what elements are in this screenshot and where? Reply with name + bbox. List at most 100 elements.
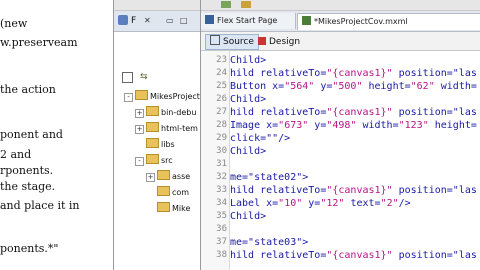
flex-page-icon: [205, 15, 214, 24]
tree-item-label: Mike: [172, 204, 191, 213]
code-tag: Child>: [230, 55, 267, 66]
attribute-value: "564": [284, 81, 315, 92]
code-tag: Button: [230, 81, 267, 92]
attribute-value: "{canvas1}": [326, 250, 393, 261]
code-tag: Child>: [230, 94, 267, 105]
attribute-name: height=: [362, 81, 411, 92]
attribute-value: "{canvas1}": [326, 68, 393, 79]
design-mode-button[interactable]: Design: [253, 34, 305, 50]
collapse-all-icon[interactable]: [122, 72, 133, 83]
expand-icon[interactable]: +: [135, 109, 144, 118]
document-text-line: the stage.: [0, 180, 56, 193]
code-tag: Image: [230, 120, 261, 131]
attribute-name: relativeTo=: [254, 68, 327, 79]
folder-icon: [146, 138, 159, 148]
tree-item[interactable]: - src: [135, 154, 173, 168]
mxml-file-icon: [302, 16, 311, 25]
tree-item[interactable]: + html-tem: [135, 122, 198, 136]
attribute-name: y=: [308, 120, 327, 131]
code-line: Button x="564" y="500" height="62" width…: [230, 80, 477, 93]
code-line: hild relativeTo="{canvas1}" position="la…: [230, 67, 477, 80]
document-text-line: ponents.*": [0, 242, 59, 255]
tab-flex-start-page[interactable]: Flex Start Page: [201, 13, 296, 29]
navigator-pane: F ✕ ▭ □ ⇆ - MikesProject + bin-debu + html-te…: [114, 0, 200, 270]
code-tag: hild: [230, 107, 255, 118]
folder-icon: [146, 122, 159, 132]
document-text-line: 2 and: [0, 148, 32, 161]
code-tag: hild: [230, 250, 255, 261]
attribute-name: />: [398, 198, 411, 209]
attribute-name: position="las: [392, 107, 477, 118]
tree-item[interactable]: + bin-debu: [135, 106, 196, 120]
attribute-name: position="las: [392, 250, 477, 261]
attribute-value: "673": [278, 120, 309, 131]
collapse-icon[interactable]: -: [135, 157, 144, 166]
attribute-name: x=: [260, 198, 279, 209]
tree-item[interactable]: - MikesProject: [124, 90, 200, 104]
document-text-line: (new: [0, 17, 28, 30]
collapse-icon[interactable]: -: [124, 93, 133, 102]
close-icon[interactable]: ✕: [144, 16, 151, 25]
code-tag: Child>: [230, 211, 267, 222]
attribute-name: relativeTo=: [254, 250, 327, 261]
folder-icon: [146, 106, 159, 116]
document-text-line: w.preserveam: [0, 36, 78, 49]
attribute-name: width=: [434, 81, 477, 92]
tree-item-label: bin-debu: [161, 108, 197, 117]
code-line: Child>: [230, 54, 266, 67]
source-label: Source: [223, 37, 254, 47]
attribute-name: text=: [344, 198, 381, 209]
tree-item-label: libs: [161, 140, 175, 149]
document-pane: (new w.preserveam the action ponent and 2 an…: [0, 0, 114, 270]
navigator-tab-bar[interactable]: F ✕ ▭ □: [114, 11, 200, 32]
code-line: click=""/>: [230, 132, 290, 145]
code-line: Child>: [230, 93, 266, 106]
tree-item-label: com: [172, 188, 190, 197]
tree-item-label: html-tem: [161, 124, 198, 133]
tree-item-label: asse: [172, 172, 191, 181]
tab-label: *MikesProjectCov.mxml: [314, 17, 408, 26]
attribute-name: y=: [302, 198, 321, 209]
attribute-value: "498": [326, 120, 357, 131]
tree-item[interactable]: libs: [135, 138, 175, 152]
run-icon[interactable]: [221, 1, 231, 8]
tree-item[interactable]: com: [146, 186, 189, 200]
code-line: Label x="10" y="12" text="2"/>: [230, 197, 411, 210]
minimize-icon[interactable]: ▭: [166, 16, 174, 25]
link-editor-icon[interactable]: ⇆: [140, 72, 148, 82]
code-line: Child>: [230, 210, 266, 223]
tree-item[interactable]: + asse: [146, 170, 190, 184]
attribute-name: width=: [356, 120, 399, 131]
code-line: hild relativeTo="{canvas1}" position="la…: [230, 184, 477, 197]
attribute-value: "{canvas1}": [326, 185, 393, 196]
folder-icon: [157, 186, 170, 196]
source-mode-button[interactable]: Source: [205, 34, 259, 50]
project-tree: - MikesProject + bin-debu + html-tem libs - src +…: [114, 90, 200, 270]
attribute-name: relativeTo=: [254, 107, 327, 118]
code-area[interactable]: Child> hild relativeTo="{canvas1}" positi…: [201, 51, 480, 270]
flex-navigator-icon: [118, 15, 128, 25]
source-icon: [210, 35, 220, 45]
tab-mikesprojectcov[interactable]: *MikesProjectCov.mxml: [297, 13, 480, 30]
expand-icon[interactable]: +: [135, 125, 144, 134]
maximize-icon[interactable]: □: [180, 16, 188, 25]
tree-item[interactable]: Mike: [146, 202, 190, 216]
attribute-value: "{canvas1}": [326, 107, 393, 118]
code-tag: hild: [230, 68, 255, 79]
attribute-value: "123": [398, 120, 429, 131]
design-icon: [258, 37, 266, 45]
attribute-name: y=: [314, 81, 333, 92]
attribute-name: position="las: [392, 185, 477, 196]
navigator-toolbar: [114, 0, 200, 11]
debug-icon[interactable]: [241, 1, 251, 8]
code-line: Image x="673" y="498" width="123" height…: [230, 119, 477, 132]
code-line: hild relativeTo="{canvas1}" position="la…: [230, 106, 477, 119]
folder-icon: [135, 90, 148, 100]
folder-icon: [157, 202, 170, 212]
attribute-name: x=: [260, 120, 279, 131]
expand-icon[interactable]: +: [146, 173, 155, 182]
folder-icon: [157, 170, 170, 180]
code-tag: me="state03">: [230, 237, 309, 248]
editor-tab-bar: Flex Start Page *MikesProjectCov.mxml: [201, 11, 480, 32]
code-tag: Label: [230, 198, 261, 209]
